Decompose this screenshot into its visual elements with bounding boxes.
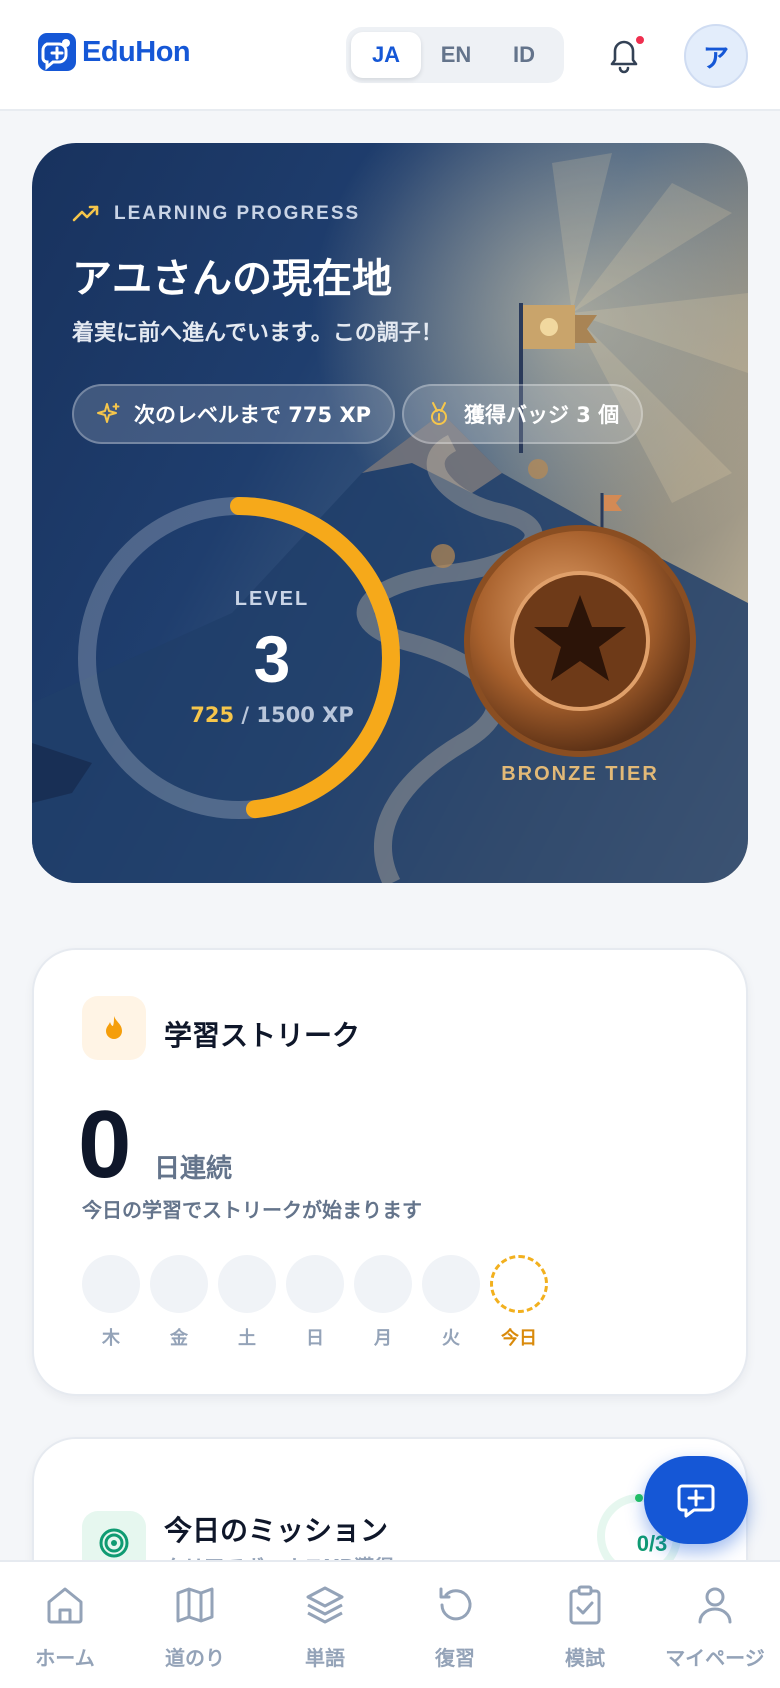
xp-current: 725 [190,703,235,727]
streak-day-label: 金 [170,1328,188,1349]
hero-title: アユさんの現在地 [72,256,392,302]
level-label: LEVEL [234,588,310,610]
nav-label: ホーム [35,1646,95,1670]
hero-subtitle: 着実に前へ進んでいます。この調子！ [72,321,443,346]
streak-count: 0 [78,1091,132,1198]
streak-day-label: 火 [442,1328,460,1349]
message-plus-icon [677,1484,715,1518]
logo-mark-icon [38,33,76,71]
streak-day-circle [218,1255,276,1313]
streak-day-label: 土 [238,1328,256,1349]
medal-icon [431,402,447,425]
next-level-text: 次のレベルまで 775 XP [134,403,372,427]
streak-day-label: 日 [306,1328,324,1349]
streak-day-label: 月 [374,1328,392,1349]
chat-fab-button[interactable] [644,1456,748,1544]
level-xp: 725 / 1500 XP [132,703,412,727]
app-logo[interactable]: EduHon [38,33,191,71]
lang-id-button[interactable]: ID [489,32,559,78]
sparkle-icon [97,403,120,423]
nav-home[interactable]: ホーム [0,1562,130,1688]
nav-review[interactable]: 復習 [390,1562,520,1688]
nav-label: 模試 [565,1646,605,1670]
logo-text: EduHon [82,35,191,68]
nav-label: 復習 [435,1646,475,1670]
streak-unit: 日連続 [154,1154,233,1184]
hero-eyebrow: LEARNING PROGRESS [72,203,360,225]
nav-roadmap[interactable]: 道のり [130,1562,260,1688]
nav-vocabulary[interactable]: 単語 [260,1562,390,1688]
level-number: 3 [253,622,291,696]
nav-label: 道のり [165,1646,225,1670]
clipboard-check-icon [569,1585,601,1625]
notification-dot [634,34,646,46]
nav-my-page[interactable]: マイページ [650,1562,780,1688]
user-icon [698,1587,732,1624]
streak-title: 学習ストリーク [164,1019,361,1052]
nav-label: マイページ [665,1646,765,1670]
streak-card: 学習ストリーク 0 日連続 今日の学習でストリークが始まります 木 金 土 日 … [32,948,748,1396]
streak-day-circle [422,1255,480,1313]
mission-title: 今日のミッション [164,1514,389,1547]
streak-day-circle [354,1255,412,1313]
streak-day-label-today: 今日 [501,1328,537,1349]
avatar[interactable]: ア [684,24,748,88]
streak-day-circle [82,1255,140,1313]
rotate-ccw-icon [439,1587,472,1621]
bronze-medal-icon [464,525,696,757]
next-level-chip: 次のレベルまで 775 XP [72,384,396,444]
badges-text: 獲得バッジ 3 個 [464,403,620,427]
streak-day-circle [286,1255,344,1313]
map-icon [176,1587,214,1623]
language-switcher: JA EN ID [346,27,564,83]
lang-en-button[interactable]: EN [421,32,491,78]
bottom-nav: ホーム 道のり 単語 復習 模試 マイページ [0,1560,780,1688]
nav-label: 単語 [305,1646,345,1670]
badges-chip: 獲得バッジ 3 個 [402,384,644,444]
xp-separator: / [234,703,257,727]
trending-up-icon [72,205,99,222]
app-header: EduHon JA EN ID ア [0,0,780,111]
streak-day-label: 木 [102,1328,120,1349]
streak-day-circle [150,1255,208,1313]
nav-mock-exam[interactable]: 模試 [520,1562,650,1688]
streak-message: 今日の学習でストリークが始まります [82,1198,422,1222]
xp-total: 1500 XP [256,703,354,727]
home-icon [47,1587,83,1624]
eyebrow-label: LEARNING PROGRESS [114,203,361,224]
progress-hero-card: LEARNING PROGRESS アユさんの現在地 着実に前へ進んでいます。こ… [32,143,748,883]
lang-ja-button[interactable]: JA [351,32,421,78]
layers-icon [306,1586,344,1624]
tier-label: BRONZE TIER [501,763,659,785]
streak-day-today-circle [490,1255,548,1313]
flame-icon [82,996,146,1060]
